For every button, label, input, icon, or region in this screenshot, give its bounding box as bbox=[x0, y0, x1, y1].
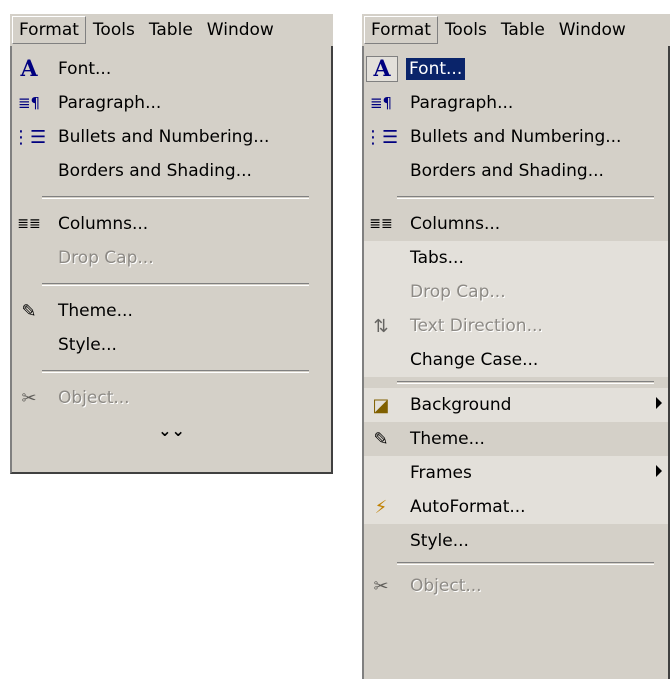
menu-item-text-direction[interactable]: ⇅ Text Direction... bbox=[364, 309, 668, 343]
menu-item-label: Change Case... bbox=[410, 350, 539, 370]
menu-item-label: Columns... bbox=[58, 214, 149, 234]
menu-item-label: Object... bbox=[410, 576, 482, 596]
object-icon: ✂ bbox=[21, 387, 37, 409]
menu-separator bbox=[42, 283, 309, 286]
theme-icon: ✎ bbox=[373, 428, 389, 450]
format-dropdown-collapsed: A Font... ≣¶ Paragraph... ⋮☰ Bullets and… bbox=[10, 46, 333, 474]
blank-icon bbox=[366, 529, 396, 553]
menu-item-font[interactable]: A Font... bbox=[12, 52, 331, 86]
menu-item-tabs[interactable]: Tabs... bbox=[364, 241, 668, 275]
paragraph-icon: ≣¶ bbox=[17, 94, 41, 112]
menu-item-label: Borders and Shading... bbox=[58, 161, 252, 181]
blank-icon bbox=[14, 246, 44, 270]
menu-item-label: Theme... bbox=[410, 429, 485, 449]
menu-item-frames[interactable]: Frames bbox=[364, 456, 668, 490]
menu-item-label: Borders and Shading... bbox=[410, 161, 604, 181]
bullets-icon: ⋮☰ bbox=[11, 126, 47, 148]
menu-separator bbox=[397, 381, 654, 384]
menu-item-label: Columns... bbox=[410, 214, 501, 234]
menu-item-label: Font... bbox=[58, 59, 112, 79]
object-icon: ✂ bbox=[373, 575, 389, 597]
menu-separator bbox=[42, 370, 309, 373]
blank-icon bbox=[14, 333, 44, 357]
menu-item-label: Font... bbox=[406, 58, 466, 80]
blank-icon bbox=[366, 159, 396, 183]
menu-item-paragraph[interactable]: ≣¶ Paragraph... bbox=[364, 86, 668, 120]
menu-item-label: Drop Cap... bbox=[410, 282, 506, 302]
menu-item-theme[interactable]: ✎ Theme... bbox=[12, 294, 331, 328]
menu-item-font[interactable]: A Font... bbox=[364, 52, 668, 86]
menu-bar: Format Tools Table Window bbox=[362, 14, 670, 46]
right-format-menu-panel: Format Tools Table Window A Font... ≣¶ P… bbox=[362, 14, 670, 679]
menu-item-label: Tabs... bbox=[410, 248, 464, 268]
menu-item-paragraph[interactable]: ≣¶ Paragraph... bbox=[12, 86, 331, 120]
menu-item-drop-cap[interactable]: Drop Cap... bbox=[12, 241, 331, 275]
columns-icon: ≣≣ bbox=[369, 216, 393, 232]
expand-chevron-icon[interactable]: ⌄⌄ bbox=[12, 415, 331, 447]
font-icon: A bbox=[20, 56, 38, 82]
menubar-tools[interactable]: Tools bbox=[86, 16, 142, 44]
autoformat-icon: ⚡ bbox=[374, 496, 388, 518]
menu-item-label: Bullets and Numbering... bbox=[58, 127, 270, 147]
menu-item-style[interactable]: Style... bbox=[12, 328, 331, 362]
format-dropdown-expanded: A Font... ≣¶ Paragraph... ⋮☰ Bullets and… bbox=[362, 46, 670, 679]
menu-item-label: AutoFormat... bbox=[410, 497, 526, 517]
bullets-icon: ⋮☰ bbox=[363, 126, 399, 148]
menu-item-label: Theme... bbox=[58, 301, 133, 321]
menu-item-object[interactable]: ✂ Object... bbox=[12, 381, 331, 415]
menubar-table[interactable]: Table bbox=[142, 16, 200, 44]
left-format-menu-panel: Format Tools Table Window A Font... ≣¶ P… bbox=[10, 14, 333, 474]
menubar-window[interactable]: Window bbox=[200, 16, 281, 44]
menu-item-columns[interactable]: ≣≣ Columns... bbox=[12, 207, 331, 241]
menubar-table[interactable]: Table bbox=[494, 16, 552, 44]
menu-item-object[interactable]: ✂ Object... bbox=[364, 569, 668, 603]
blank-icon bbox=[366, 348, 396, 372]
menu-separator bbox=[397, 196, 654, 199]
menu-item-label: Bullets and Numbering... bbox=[410, 127, 622, 147]
menu-separator bbox=[42, 196, 309, 199]
menu-item-bullets-numbering[interactable]: ⋮☰ Bullets and Numbering... bbox=[12, 120, 331, 154]
menu-item-change-case[interactable]: Change Case... bbox=[364, 343, 668, 377]
menu-item-label: Text Direction... bbox=[410, 316, 543, 336]
menu-separator bbox=[397, 562, 654, 565]
menu-item-label: Paragraph... bbox=[58, 93, 162, 113]
menu-item-autoformat[interactable]: ⚡ AutoFormat... bbox=[364, 490, 668, 524]
menu-item-label: Frames bbox=[410, 463, 472, 483]
blank-icon bbox=[366, 280, 396, 304]
menu-item-label: Background bbox=[410, 395, 512, 415]
theme-icon: ✎ bbox=[21, 300, 37, 322]
menu-item-style[interactable]: Style... bbox=[364, 524, 668, 558]
menu-item-label: Style... bbox=[410, 531, 469, 551]
menu-item-label: Object... bbox=[58, 388, 130, 408]
columns-icon: ≣≣ bbox=[17, 216, 41, 232]
menu-item-label: Paragraph... bbox=[410, 93, 514, 113]
menu-item-label: Style... bbox=[58, 335, 117, 355]
menubar-window[interactable]: Window bbox=[552, 16, 633, 44]
menu-item-borders-shading[interactable]: Borders and Shading... bbox=[12, 154, 331, 188]
menu-item-label: Drop Cap... bbox=[58, 248, 154, 268]
menu-item-background[interactable]: ◪ Background bbox=[364, 388, 668, 422]
blank-icon bbox=[14, 159, 44, 183]
menubar-format[interactable]: Format bbox=[12, 16, 86, 44]
menu-item-theme[interactable]: ✎ Theme... bbox=[364, 422, 668, 456]
blank-icon bbox=[366, 246, 396, 270]
menu-item-drop-cap[interactable]: Drop Cap... bbox=[364, 275, 668, 309]
submenu-arrow-icon bbox=[656, 397, 662, 409]
menu-item-bullets-numbering[interactable]: ⋮☰ Bullets and Numbering... bbox=[364, 120, 668, 154]
text-direction-icon: ⇅ bbox=[373, 315, 389, 337]
menu-item-borders-shading[interactable]: Borders and Shading... bbox=[364, 154, 668, 188]
menu-item-columns[interactable]: ≣≣ Columns... bbox=[364, 207, 668, 241]
menubar-format[interactable]: Format bbox=[364, 16, 438, 44]
blank-icon bbox=[366, 461, 396, 485]
menu-bar: Format Tools Table Window bbox=[10, 14, 333, 46]
font-icon: A bbox=[366, 56, 398, 82]
menubar-tools[interactable]: Tools bbox=[438, 16, 494, 44]
submenu-arrow-icon bbox=[656, 465, 662, 477]
paragraph-icon: ≣¶ bbox=[369, 94, 393, 112]
background-icon: ◪ bbox=[372, 394, 390, 416]
